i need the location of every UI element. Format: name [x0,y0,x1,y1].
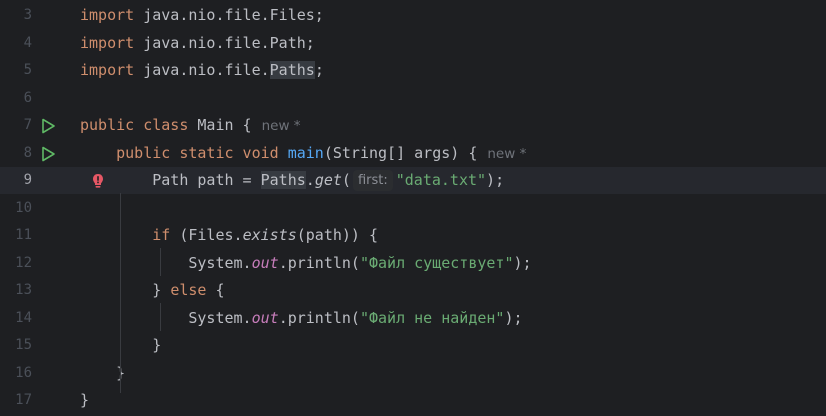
code-token: Main { [188,116,252,134]
code-token: System. [80,253,252,272]
parameter-hint: first: [352,170,393,191]
code-editor[interactable]: 3 import java.nio.file.Files; 4 import java… [0,0,826,416]
code-text: public static void main(String[] args) {… [80,140,526,168]
code-line[interactable]: 8 public static void main(String[] args)… [0,140,826,167]
code-token: ; [314,61,324,79]
code-token: ( [341,171,351,189]
code-line[interactable]: 10 [0,195,826,222]
code-token: ); [486,171,505,189]
code-text: Path path = Paths.get(first: "data.txt"); [80,167,504,194]
code-token: Paths [269,61,315,79]
code-token: "Файл существует" [359,253,514,272]
code-text: } [80,387,89,414]
code-token: java.nio.file.Files; [134,6,324,24]
code-text: if (Files.exists(path)) { [80,222,378,249]
code-token: Path path = [80,171,261,189]
code-token: .println( [278,308,360,327]
line-number: 12 [15,254,32,271]
line-number: 14 [15,309,32,326]
code-text: import java.nio.file.Paths; [80,57,324,84]
code-token: (Files. [170,226,243,244]
code-token: out [251,308,279,327]
code-text: public class Main { new * [80,112,301,140]
code-line[interactable]: 7 public class Main { new * [0,112,826,139]
code-line[interactable]: 12 System.out.println("Файл существует")… [0,250,826,277]
code-token: { [206,281,225,299]
code-token: } [80,363,126,382]
code-token: (path)) { [296,226,379,244]
code-token: if [152,226,171,244]
line-number: 11 [15,227,32,243]
code-line[interactable]: 3 import java.nio.file.Files; [0,2,826,29]
code-token: exists [242,226,297,244]
line-number: 13 [15,282,32,298]
line-number: 4 [23,34,32,51]
line-number: 3 [23,7,32,23]
code-line[interactable]: 4 import java.nio.file.Path; [0,30,826,57]
code-line[interactable]: 6 [0,85,826,112]
indent-guide [160,303,161,331]
indent-guide [160,248,161,276]
line-number: 5 [23,62,32,78]
line-number: 16 [15,364,32,381]
code-line[interactable]: 11 if (Files.exists(path)) { [0,222,826,249]
code-text: } [80,360,125,387]
code-text: import java.nio.file.Files; [80,2,324,29]
code-token: "Файл не найден" [359,308,505,327]
code-line[interactable]: 9 Path path = Paths.get(first: "data.txt"… [0,167,826,194]
code-token: main [287,143,324,162]
line-number: 10 [15,199,32,216]
code-token: java.nio.file. [134,61,270,79]
code-token: System. [80,308,252,327]
code-line[interactable]: 15 } [0,332,826,359]
code-token: java.nio.file.Path; [134,33,315,52]
code-token: public static void [116,143,279,162]
code-token: .println( [278,253,360,272]
author-inlay-hint[interactable]: new * [487,146,526,162]
code-token: . [305,171,315,189]
code-token: ); [504,308,523,327]
line-number: 7 [23,117,32,133]
code-token: ); [513,253,532,272]
code-text: import java.nio.file.Path; [80,30,315,57]
code-text: } else { [80,277,225,304]
code-token: import [80,33,135,52]
code-token: } [80,391,90,409]
code-token: (String[] args) { [323,143,478,162]
code-text: System.out.println("Файл существует"); [80,250,532,277]
code-token: public class [80,116,189,134]
code-token: Paths [260,171,306,189]
line-number: 15 [15,337,32,353]
code-token: import [80,61,135,79]
code-line[interactable]: 16 } [0,360,826,387]
code-token: else [170,281,207,299]
indent-guide [120,193,121,393]
line-number: 8 [23,144,32,161]
line-number: 6 [23,89,32,106]
code-line[interactable]: 5 import java.nio.file.Paths; [0,57,826,84]
code-line[interactable]: 14 System.out.println("Файл не найден"); [0,305,826,332]
code-line[interactable]: 13 } else { [0,277,826,304]
code-token: import [80,6,135,24]
author-inlay-hint[interactable]: new * [262,118,301,134]
line-number: 9 [23,172,32,188]
code-line[interactable]: 17} [0,387,826,414]
code-token: "data.txt" [395,171,487,189]
code-token: } [80,281,171,299]
code-text: System.out.println("Файл не найден"); [80,305,523,332]
code-token: get [314,171,342,189]
code-token: out [251,253,279,272]
line-number: 17 [15,392,32,408]
run-gutter-icon[interactable] [40,118,56,134]
run-gutter-icon[interactable] [40,146,56,162]
